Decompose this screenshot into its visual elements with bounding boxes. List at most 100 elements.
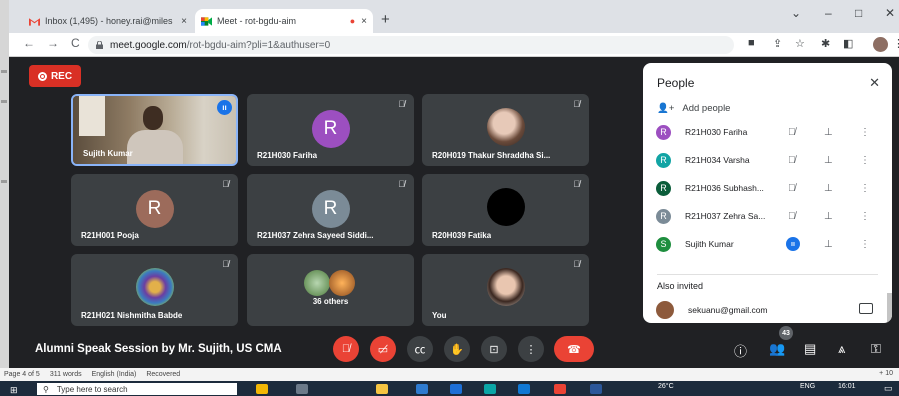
close-panel-button[interactable]: ✕: [869, 75, 880, 91]
url-bar[interactable]: meet.google.com/rot-bgdu-aim?pli=1&authu…: [88, 36, 734, 54]
chrome-icon[interactable]: [554, 384, 566, 394]
people-button[interactable]: 👥: [769, 341, 785, 357]
activities-button[interactable]: ⩓: [838, 341, 845, 357]
avatar: R: [656, 152, 671, 168]
reload-button[interactable]: C: [71, 36, 80, 50]
message-icon[interactable]: [859, 303, 873, 314]
self-tile[interactable]: 🎙̸ You: [422, 254, 589, 326]
avatar: R: [656, 208, 671, 224]
close-tab-icon[interactable]: ×: [361, 16, 367, 27]
participant-tile[interactable]: 🎙̸ R R21H037 Zehra Sayeed Siddi...: [247, 174, 414, 246]
task-view-icon[interactable]: [296, 384, 308, 394]
mic-toggle-button[interactable]: 🎙̸: [333, 336, 359, 362]
participant-row[interactable]: R R21H037 Zehra Sa... 🎙̸ ⊥ ⋮: [656, 206, 888, 226]
avatar: [329, 270, 355, 296]
participant-tile[interactable]: ıı Sujith Kumar: [71, 94, 238, 166]
meeting-title: Alumni Speak Session by Mr. Sujith, US C…: [35, 343, 282, 355]
word-count[interactable]: 311 words: [50, 371, 82, 378]
present-icon: ⊡: [489, 343, 499, 356]
more-options-icon[interactable]: ⋮: [860, 211, 870, 222]
mic-off-icon: 🎙̸: [788, 210, 796, 222]
language[interactable]: English (India): [92, 371, 137, 378]
browser-icon[interactable]: [484, 384, 496, 394]
mail-icon[interactable]: [518, 384, 530, 394]
more-options-icon[interactable]: ⋮: [860, 239, 870, 250]
add-people-button[interactable]: 👤+ Add people: [657, 103, 730, 114]
close-tab-icon[interactable]: ×: [181, 16, 187, 27]
minimize-button[interactable]: –: [825, 6, 832, 20]
doc-marker: [1, 180, 7, 183]
captions-button[interactable]: ㏄: [407, 336, 433, 362]
add-people-label: Add people: [682, 103, 731, 114]
back-button[interactable]: ←: [23, 36, 35, 50]
participant-tile[interactable]: 🎙̸ R R21H001 Pooja: [71, 174, 238, 246]
participant-row[interactable]: R R21H030 Fariha 🎙̸ ⊥ ⋮: [656, 122, 888, 142]
new-tab-button[interactable]: +: [381, 11, 390, 28]
zoom-control[interactable]: + 10: [879, 370, 893, 377]
pin-icon[interactable]: ⊥: [824, 211, 833, 222]
participant-name: R21H001 Pooja: [81, 231, 139, 240]
avatar: [304, 270, 330, 296]
pin-icon[interactable]: ⊥: [824, 127, 833, 138]
participant-row[interactable]: R R21H036 Subhash... 🎙̸ ⊥ ⋮: [656, 178, 888, 198]
end-call-icon: ☎: [567, 343, 581, 356]
pin-icon[interactable]: ⊥: [824, 183, 833, 194]
participant-tile[interactable]: 🎙̸ R20H039 Fatika: [422, 174, 589, 246]
mic-off-icon: 🎙̸: [222, 259, 229, 269]
maximize-button[interactable]: □: [855, 6, 862, 20]
notifications-icon[interactable]: ▭: [884, 383, 893, 394]
share-icon[interactable]: ⇪: [773, 37, 782, 50]
file-explorer-icon[interactable]: [376, 384, 388, 394]
windows-start-icon[interactable]: ⊞: [10, 385, 18, 396]
more-options-icon[interactable]: ⋮: [860, 155, 870, 166]
taskbar-search[interactable]: ⚲ Type here to search: [37, 383, 237, 395]
clock[interactable]: 16:01: [838, 383, 856, 390]
meeting-details-button[interactable]: ⓘ: [734, 341, 747, 360]
close-window-button[interactable]: ✕: [885, 6, 895, 20]
browser-tab-bar: Inbox (1,495) - honey.rai@miles × Meet -…: [9, 0, 899, 33]
camera-off-icon: ▭̸: [377, 343, 389, 356]
forward-button[interactable]: →: [47, 36, 59, 50]
more-options-icon[interactable]: ⋮: [860, 183, 870, 194]
side-panel-icon[interactable]: ◧: [843, 37, 853, 50]
participant-name: You: [432, 311, 447, 320]
participant-name: R21H036 Subhash...: [685, 183, 764, 193]
weather-temp[interactable]: 26°C: [658, 383, 674, 390]
word-icon[interactable]: [590, 384, 602, 394]
participant-tile[interactable]: 🎙̸ R20H019 Thakur Shraddha Si...: [422, 94, 589, 166]
panel-scrollbar[interactable]: [887, 293, 892, 323]
tab-meet[interactable]: Meet - rot-bgdu-aim ● ×: [195, 9, 373, 33]
participant-tile[interactable]: 36 others: [247, 254, 414, 326]
tab-gmail-inbox[interactable]: Inbox (1,495) - honey.rai@miles ×: [23, 9, 193, 33]
background-document-strip: [0, 0, 9, 368]
extensions-icon[interactable]: ✱: [821, 37, 830, 50]
chrome-menu-icon[interactable]: ⋮: [893, 37, 899, 50]
mic-off-icon: 🎙̸: [222, 179, 229, 189]
word-status-bar: Page 4 of 5 311 words English (India) Re…: [0, 368, 899, 381]
leave-call-button[interactable]: ☎: [554, 336, 594, 362]
input-language[interactable]: ENG: [800, 383, 815, 390]
chat-button[interactable]: ▤: [804, 341, 816, 357]
profile-avatar[interactable]: [873, 37, 888, 52]
taskbar-app-icon[interactable]: [256, 384, 268, 394]
camera-toggle-button[interactable]: ▭̸: [370, 336, 396, 362]
recording-dot-icon: ●: [349, 16, 356, 26]
present-button[interactable]: ⊡: [481, 336, 507, 362]
mic-off-icon: 🎙̸: [573, 179, 580, 189]
pin-icon[interactable]: ⊥: [824, 239, 833, 250]
host-controls-button[interactable]: ⚿: [871, 341, 881, 357]
tab-search-button[interactable]: ⌄: [791, 6, 801, 20]
participant-row[interactable]: S Sujith Kumar ıı ⊥ ⋮: [656, 234, 888, 254]
raise-hand-button[interactable]: ✋: [444, 336, 470, 362]
participant-tile[interactable]: 🎙̸ R21H021 Nishmitha Babde: [71, 254, 238, 326]
camera-icon[interactable]: ■: [748, 37, 755, 49]
participant-row[interactable]: R R21H034 Varsha 🎙̸ ⊥ ⋮: [656, 150, 888, 170]
bookmark-star-icon[interactable]: ☆: [795, 37, 805, 50]
recovered-status: Recovered: [146, 371, 181, 378]
more-options-button[interactable]: ⋮: [518, 336, 544, 362]
more-options-icon[interactable]: ⋮: [860, 127, 870, 138]
participant-tile[interactable]: 🎙̸ R R21H030 Fariha: [247, 94, 414, 166]
edge-icon[interactable]: [450, 384, 462, 394]
pin-icon[interactable]: ⊥: [824, 155, 833, 166]
store-icon[interactable]: [416, 384, 428, 394]
